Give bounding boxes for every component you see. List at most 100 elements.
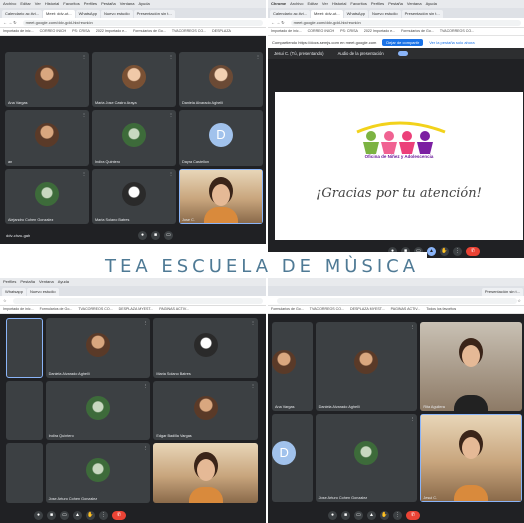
end-call-icon[interactable]: ✆ [112,511,126,520]
bookmark-item[interactable]: CORREO INICH [40,29,67,33]
menu-ventana[interactable]: Ventana [407,1,422,6]
menu-ayuda[interactable]: Ayuda [426,1,437,6]
participant-tile[interactable]: ⋮ Ana Vargas [5,52,89,108]
tab-presentacion[interactable]: Presentación sin t... [401,10,443,18]
bookmark-item[interactable]: DESPLAZA MYEST... [350,307,385,311]
menu-ventana[interactable]: Ventana [39,279,54,284]
participant-tile[interactable]: ⋮ Maria Jose Castro Araya [92,52,176,108]
url-field[interactable] [277,297,518,304]
present-icon[interactable]: ▲ [73,511,82,520]
menu-perfiles[interactable]: Perfiles [84,1,97,6]
url-field[interactable]: meet.google.com/ddv-gdd-hix/reunión [290,19,521,26]
menu-ventana[interactable]: Ventana [120,1,135,6]
forward-icon[interactable]: → [276,20,280,25]
participant-tile[interactable] [6,443,43,503]
forward-icon[interactable]: → [8,20,12,25]
mic-icon[interactable]: ● [34,511,43,520]
bookmark-item[interactable]: Importado de inic... [3,29,34,33]
camera-icon[interactable]: ■ [151,231,160,240]
tab-nuevo-estudio[interactable]: Nuevo estudio [27,288,59,296]
bookmark-item[interactable]: Importado de inic... [271,29,302,33]
participant-tile-video[interactable]: Jose C. [179,168,263,224]
participant-tile[interactable]: ⋮ Maria Solano Batres [153,318,258,378]
menu-perfiles[interactable]: Perfiles [3,279,16,284]
mic-icon[interactable]: ● [328,511,337,520]
participant-tile[interactable]: ⋮ Daniela Alvarado Aghelli [315,322,418,411]
menu-editar[interactable]: Editar [20,1,30,6]
reload-icon[interactable]: ↻ [281,20,284,25]
star-icon[interactable]: ☆ [3,298,7,303]
menu-pestana[interactable]: Pestaña [20,279,35,284]
bookmark-item[interactable]: TVACORREOS CO... [440,29,474,33]
participant-tile[interactable]: ⋮ Jose Arturo Cohen Gonzalez [45,443,151,503]
tab-calendario[interactable]: Calendario ac.tivi... [270,10,311,18]
tab-presentacion[interactable]: Presentación sin t... [133,10,175,18]
participant-tile[interactable]: ⋮ Edgar Badilla Vargas [153,380,258,441]
bookmark-item[interactable]: Todos los favoritos [426,307,456,311]
raise-hand-icon[interactable]: ✋ [380,511,389,520]
bookmark-item[interactable]: PAGINAS ACTIV... [159,307,189,311]
audio-toggle[interactable] [397,51,408,56]
participant-tile[interactable] [6,318,43,378]
participant-tile-video[interactable]: Jesui C. [420,413,522,502]
menu-ver[interactable]: Ver [322,1,328,6]
participant-tile-video[interactable] [153,443,258,503]
mic-icon[interactable]: ● [138,231,147,240]
more-options-icon[interactable]: ⋮ [393,511,402,520]
menu-ayuda[interactable]: Ayuda [58,279,69,284]
view-tab-link[interactable]: Ver la pestaña solo ahora [429,40,474,45]
bookmark-item[interactable]: 2022 Importado e... [364,29,395,33]
participant-tile[interactable] [6,380,43,441]
participant-tile[interactable]: ⋮ Indira Quintero [92,110,176,166]
participant-tile-video[interactable]: Rita Aguilera [420,322,522,411]
raise-hand-icon[interactable]: ✋ [86,511,95,520]
participant-tile[interactable]: ⋮ Daniela Alvarado Aghelli [179,52,263,108]
more-options-icon[interactable]: ⋮ [99,511,108,520]
end-call-icon[interactable]: ✆ [406,511,420,520]
participant-tile[interactable]: ⋮ Indira Quintero [45,380,151,441]
bookmark-item[interactable]: Formularios de Go... [133,29,166,33]
tab-whatsapp[interactable]: WhatsApp [75,10,101,18]
captions-icon[interactable]: ▭ [60,511,69,520]
captions-icon[interactable]: ▭ [354,511,363,520]
participant-tile[interactable]: ⋮ Maria Solano Batres [92,168,176,224]
url-field[interactable] [12,297,263,304]
participant-tile[interactable]: ⋮ an [5,110,89,166]
camera-icon[interactable]: ■ [341,511,350,520]
tab-nuevo-estudio[interactable]: Nuevo estudio [369,10,401,18]
participant-tile[interactable]: ⋮ Alejandro Cohen Gonzalez [5,168,89,224]
participant-tile[interactable]: ⋮ Daniela Alvarado Aghelli [45,318,151,378]
reload-icon[interactable]: ↻ [13,20,16,25]
bookmark-item[interactable]: DESPLAZA MYEST... [119,307,154,311]
menu-ver[interactable]: Ver [35,1,41,6]
menu-pestana[interactable]: Pestaña [388,1,403,6]
tab-presentacion[interactable]: Presentación sin t... [481,288,523,296]
menu-ayuda[interactable]: Ayuda [138,1,149,6]
menu-historial[interactable]: Historial [332,1,346,6]
menu-historial[interactable]: Historial [45,1,59,6]
bookmark-item[interactable]: TVACORREOS CO... [172,29,206,33]
tab-meet[interactable]: Meet: ddv-ut... [43,10,75,18]
bookmark-item[interactable]: Formularios de Go... [40,307,73,311]
url-field[interactable]: meet.google.com/ddv-gdd-hix/reunión [22,19,263,26]
bookmark-item[interactable]: PS: CRISA [72,29,90,33]
menu-perfiles[interactable]: Perfiles [371,1,384,6]
participant-tile[interactable]: D Dayra Castellon [179,110,263,166]
bookmark-item[interactable]: DESPLAZA [212,29,231,33]
menu-archivo[interactable]: Archivo [3,1,16,6]
back-icon[interactable]: ← [3,20,7,25]
bookmark-item[interactable]: Formularios de Go... [401,29,434,33]
bookmark-item[interactable]: Formularios de Go... [271,307,304,311]
menu-favoritos[interactable]: Favoritos [350,1,366,6]
bookmark-item[interactable]: TVACORREOS CO... [310,307,344,311]
tab-whatsapp[interactable]: Whatsapp [2,288,27,296]
stop-sharing-button[interactable]: Dejar de compartir [382,38,424,46]
bookmark-item[interactable]: PAGINAS ACTIV... [391,307,421,311]
menu-chrome[interactable]: Chrome [271,1,286,6]
back-icon[interactable]: ← [271,20,275,25]
present-icon[interactable]: ▲ [367,511,376,520]
bookmark-item[interactable]: Importado de inic... [3,307,34,311]
menu-pestana[interactable]: Pestaña [101,1,116,6]
tab-whatsapp[interactable]: WhatsApp [343,10,369,18]
bookmark-item[interactable]: CORREO INICH [308,29,335,33]
